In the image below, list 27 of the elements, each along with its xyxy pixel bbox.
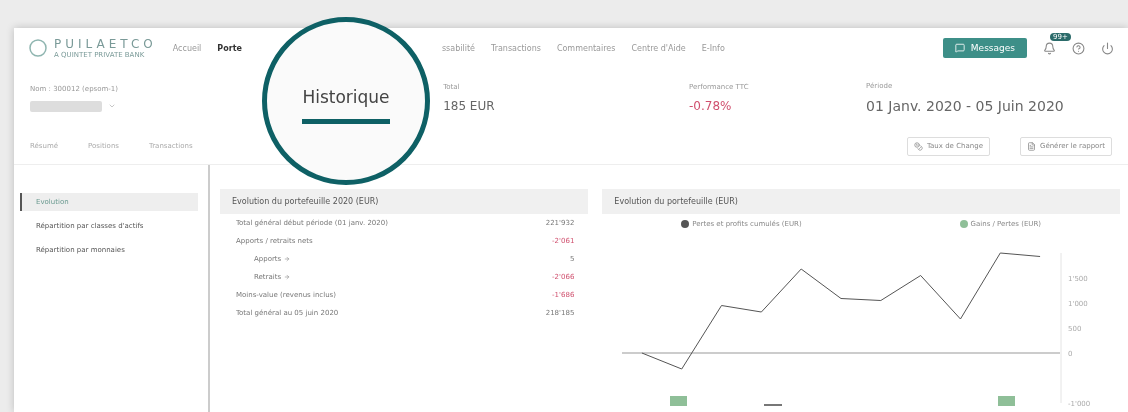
nav-link[interactable]: Commentaires bbox=[556, 43, 616, 53]
nav-link[interactable]: E-Info bbox=[701, 43, 725, 53]
nav-link[interactable]: ssabilité bbox=[441, 43, 475, 53]
panel-title: Evolution du portefeuille 2020 (EUR) bbox=[220, 189, 589, 214]
chart-bar bbox=[670, 396, 688, 406]
coins-icon bbox=[913, 141, 923, 151]
logo-name: PUILAETCO bbox=[54, 37, 157, 51]
arrow-icon bbox=[284, 274, 291, 280]
help-icon[interactable] bbox=[1072, 41, 1085, 55]
summary-value: -0.78% bbox=[689, 99, 733, 113]
arrow-icon bbox=[284, 256, 291, 262]
nav-link[interactable]: Accueil bbox=[172, 43, 202, 53]
summary-value: 01 Janv. 2020 - 05 Juin 2020 bbox=[866, 98, 1065, 114]
chat-icon bbox=[954, 43, 965, 53]
notification-icon[interactable] bbox=[1043, 41, 1056, 55]
power-icon[interactable] bbox=[1101, 41, 1114, 55]
tab[interactable]: Historique bbox=[302, 78, 390, 124]
document-icon bbox=[1026, 141, 1036, 151]
logo-icon bbox=[28, 38, 48, 58]
nav-link[interactable]: Transactions bbox=[490, 43, 541, 53]
redacted-block bbox=[30, 100, 102, 112]
chart-bar bbox=[998, 396, 1016, 406]
panel-title: Evolution du portefeuille (EUR) bbox=[602, 189, 1120, 214]
summary-value: 185 EUR bbox=[443, 99, 496, 113]
messages-button[interactable]: Messages bbox=[942, 38, 1027, 58]
nav-link[interactable]: Porte bbox=[217, 43, 242, 53]
nav-link[interactable]: Centre d'Aide bbox=[631, 43, 686, 53]
